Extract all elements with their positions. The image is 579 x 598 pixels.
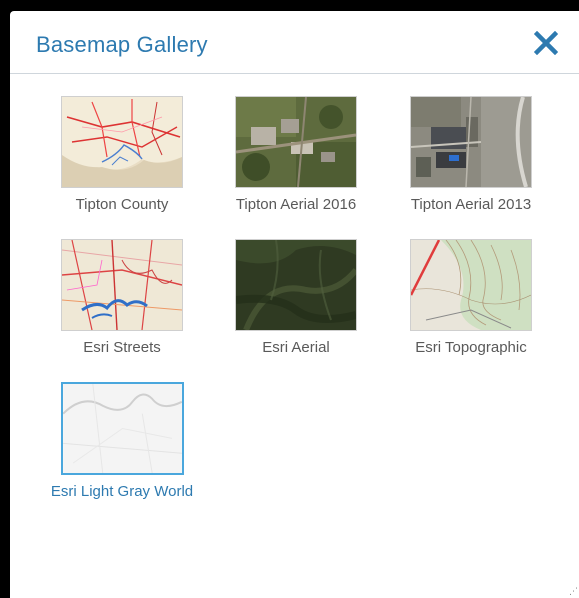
basemap-tipton-aerial-2013[interactable]: Tipton Aerial 2013 (396, 96, 546, 213)
basemap-thumbnail (60, 382, 184, 475)
basemap-esri-streets[interactable]: Esri Streets (47, 239, 197, 356)
basemap-thumbnail (410, 239, 532, 331)
basemap-gallery-panel: Basemap Gallery Tipton County Tipton Aer… (10, 11, 579, 598)
basemap-thumbnail (235, 239, 357, 331)
basemap-tipton-aerial-2016[interactable]: Tipton Aerial 2016 (221, 96, 371, 213)
basemap-thumbnail (235, 96, 357, 188)
basemap-label: Esri Aerial (262, 339, 330, 356)
basemap-label: Tipton Aerial 2016 (235, 196, 357, 213)
basemap-label: Esri Light Gray World (50, 483, 194, 500)
basemap-tipton-county[interactable]: Tipton County (47, 96, 197, 213)
basemap-esri-topographic[interactable]: Esri Topographic (396, 239, 546, 356)
basemap-label: Esri Topographic (415, 339, 527, 356)
basemap-thumbnail (61, 96, 183, 188)
resize-handle-icon[interactable]: ⋰ (569, 586, 578, 597)
basemap-label: Esri Streets (83, 339, 161, 356)
basemap-label: Tipton County (75, 196, 169, 213)
basemap-thumbnail (410, 96, 532, 188)
panel-title: Basemap Gallery (36, 32, 208, 57)
basemap-esri-light-gray-world[interactable]: Esri Light Gray World (47, 382, 197, 500)
basemap-esri-aerial[interactable]: Esri Aerial (221, 239, 371, 356)
basemap-thumbnail (61, 239, 183, 331)
basemap-label: Tipton Aerial 2013 (410, 196, 532, 213)
panel-header: Basemap Gallery (10, 11, 579, 74)
close-icon[interactable] (533, 30, 559, 56)
